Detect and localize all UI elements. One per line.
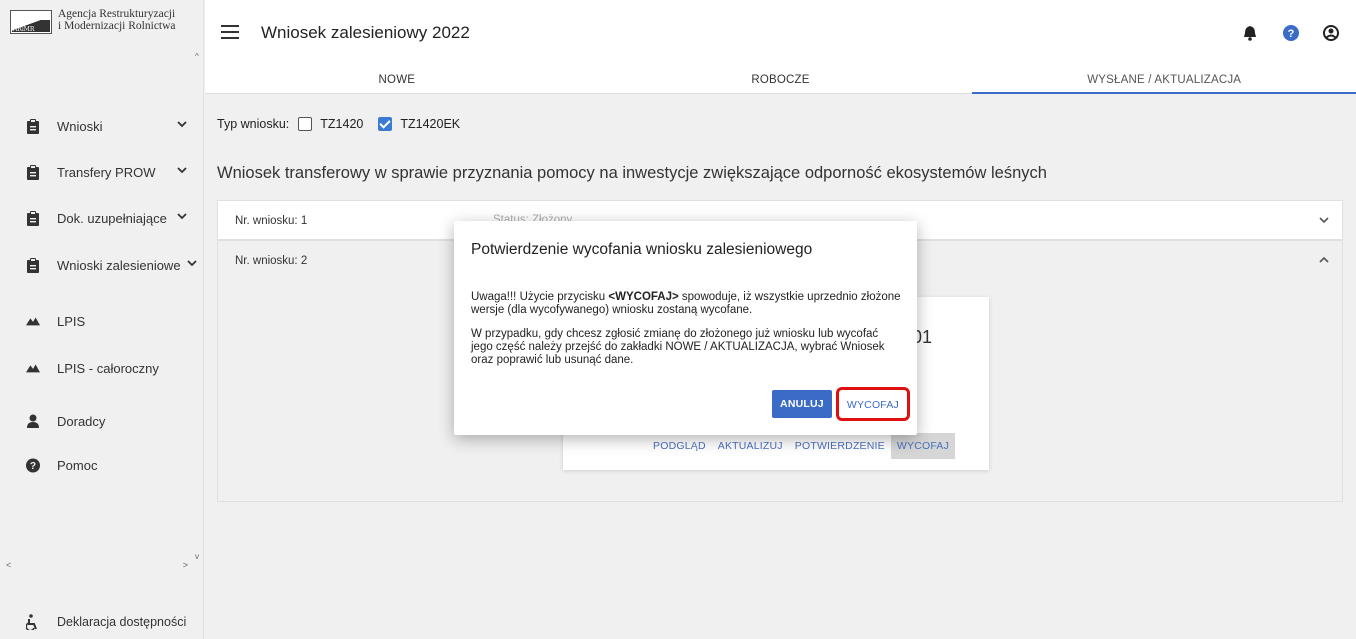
dialog-warning: Uwaga!!! Użycie przycisku <WYCOFAJ> spow… bbox=[471, 291, 901, 316]
dialog-title: Potwierdzenie wycofania wniosku zalesien… bbox=[471, 241, 813, 258]
cancel-button[interactable]: ANULUJ bbox=[772, 390, 832, 418]
withdraw-confirm-button[interactable]: WYCOFAJ bbox=[835, 387, 910, 421]
dialog-body: Uwaga!!! Użycie przycisku <WYCOFAJ> spow… bbox=[471, 291, 901, 378]
dialog-actions: ANULUJ WYCOFAJ bbox=[772, 387, 910, 421]
dialog-info: W przypadku, gdy chcesz zgłosić zmianę d… bbox=[471, 328, 885, 366]
confirm-withdraw-dialog: Potwierdzenie wycofania wniosku zalesien… bbox=[454, 221, 917, 435]
